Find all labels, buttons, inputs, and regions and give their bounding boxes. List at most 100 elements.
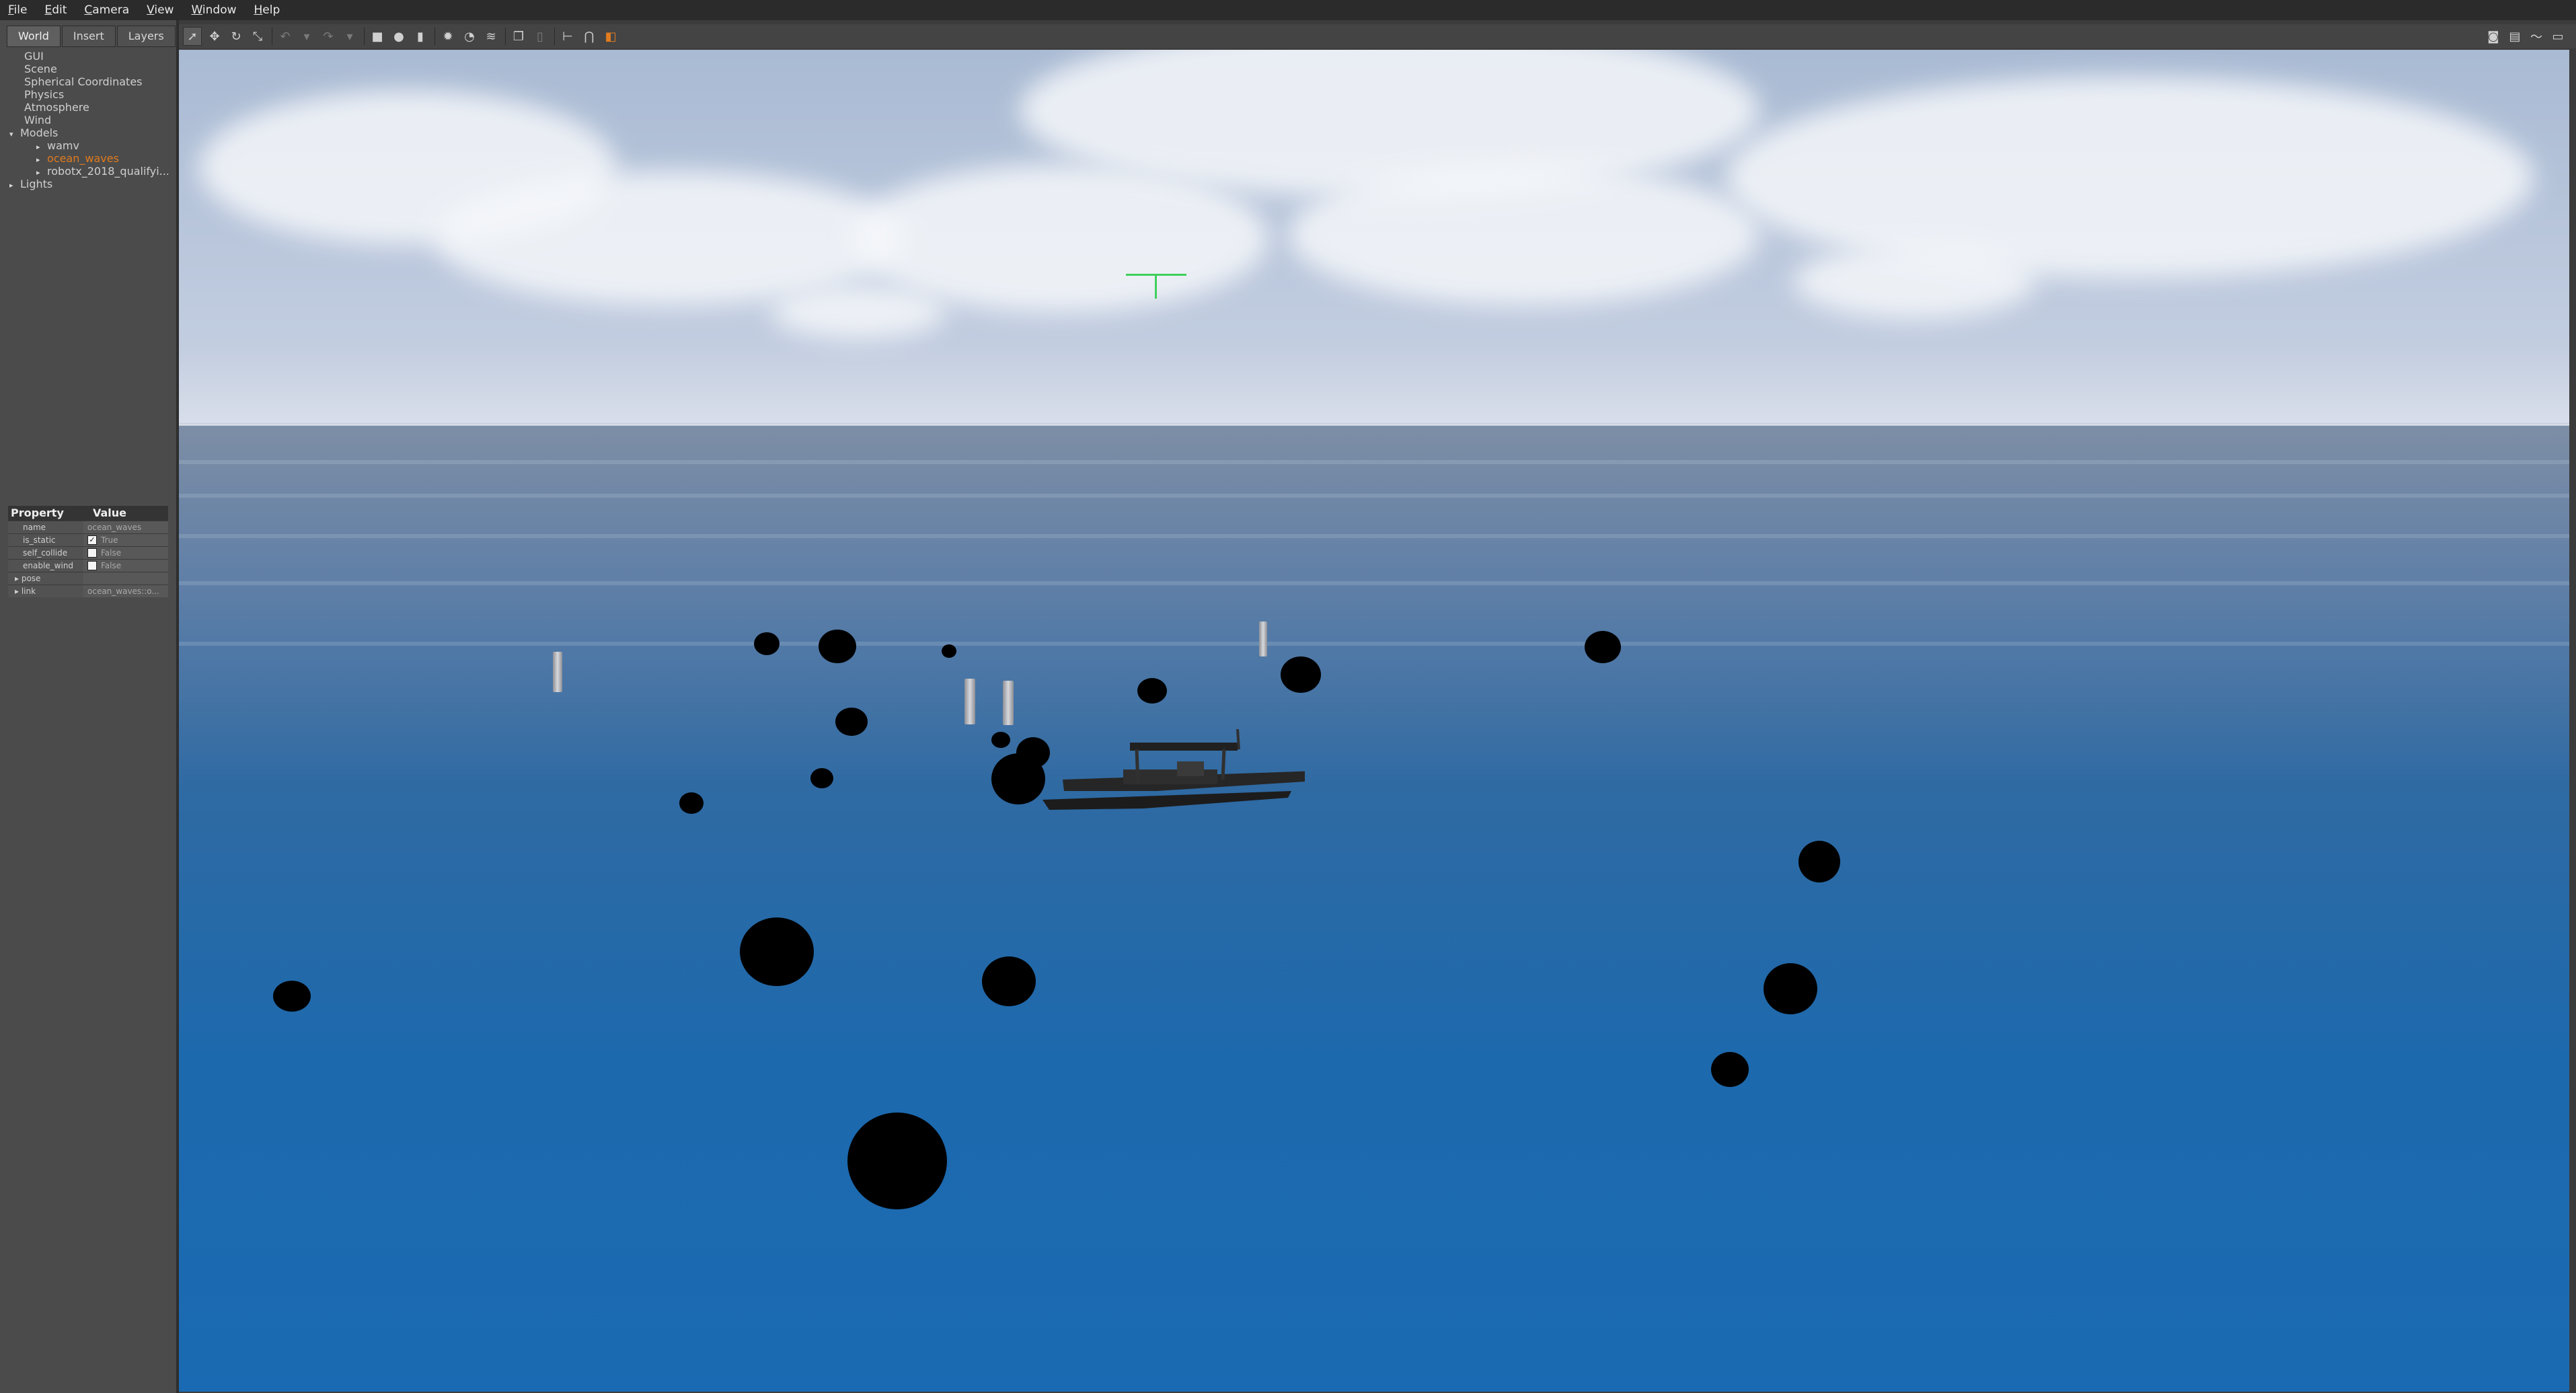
rotate-icon[interactable]: ↻ <box>227 28 245 45</box>
tree-item-label: GUI <box>24 50 44 63</box>
screenshot-icon[interactable]: ◙ <box>2485 28 2502 45</box>
property-row-self-collide[interactable]: self_collide False <box>8 546 168 559</box>
tree-item-physics[interactable]: Physics <box>9 88 168 101</box>
property-value[interactable]: False <box>83 560 168 572</box>
menu-camera[interactable]: Camera <box>84 0 129 20</box>
redo-history-icon[interactable]: ▾ <box>341 28 358 45</box>
cloud <box>1289 164 1759 305</box>
paste-icon[interactable]: ▯ <box>531 28 549 45</box>
property-row-link[interactable]: ▸ link ocean_waves::o... <box>8 585 168 597</box>
property-key-label: self_collide <box>23 548 68 558</box>
undo-icon[interactable]: ↶ <box>276 28 294 45</box>
tree-item-spherical-coordinates[interactable]: Spherical Coordinates <box>9 75 168 88</box>
property-value[interactable]: ocean_waves::o... <box>83 585 168 597</box>
undo-history-icon[interactable]: ▾ <box>298 28 315 45</box>
boat-hull-back <box>1043 791 1291 810</box>
spot-light-icon[interactable]: ◔ <box>461 28 478 45</box>
buoy <box>819 630 856 663</box>
property-value[interactable]: ocean_waves <box>83 521 168 533</box>
property-value[interactable]: ✓ True <box>83 534 168 546</box>
3d-viewport[interactable] <box>179 50 2569 1392</box>
buoy <box>1137 678 1167 704</box>
plot-icon[interactable]: 〜 <box>2528 28 2545 45</box>
change-view-icon[interactable]: ◧ <box>602 28 619 45</box>
select-arrow-icon[interactable]: ➚ <box>183 27 202 46</box>
collapse-arrow-icon[interactable]: ▸ <box>36 153 47 165</box>
property-value[interactable]: False <box>83 547 168 559</box>
property-value[interactable] <box>83 572 168 585</box>
property-row-is-static[interactable]: is_static ✓ True <box>8 533 168 546</box>
property-row-name[interactable]: name ocean_waves <box>8 521 168 533</box>
translate-icon[interactable]: ✥ <box>206 28 223 45</box>
property-key: is_static <box>8 534 83 546</box>
buoy <box>835 708 868 736</box>
menu-help[interactable]: Help <box>254 0 280 20</box>
point-light-icon[interactable]: ✹ <box>439 28 457 45</box>
buoy <box>273 981 311 1012</box>
sphere-icon[interactable]: ● <box>390 28 408 45</box>
tree-item-models[interactable]: ▾ Models <box>9 126 168 139</box>
collapse-arrow-icon[interactable]: ▸ <box>36 166 47 178</box>
toolbar-separator <box>505 28 506 45</box>
viewport-scrollbar[interactable] <box>2569 50 2576 1392</box>
checkbox[interactable] <box>87 561 97 570</box>
property-key-label: name <box>23 523 46 532</box>
menu-view[interactable]: View <box>147 0 174 20</box>
menu-window[interactable]: Window <box>191 0 236 20</box>
tree-item-scene[interactable]: Scene <box>9 63 168 75</box>
menu-bar: File Edit Camera View Window Help <box>0 0 2576 20</box>
checkbox[interactable]: ✓ <box>87 535 97 545</box>
tree-item-robotx-2018-qualifyi[interactable]: ▸ robotx_2018_qualifyi... <box>9 165 168 178</box>
buoy <box>847 1113 947 1209</box>
property-key: ▸ link <box>8 585 83 597</box>
tree-item-gui[interactable]: GUI <box>9 50 168 63</box>
property-value-text: False <box>101 561 122 570</box>
checkbox[interactable] <box>87 548 97 558</box>
property-row-enable-wind[interactable]: enable_wind False <box>8 559 168 572</box>
expand-arrow-icon[interactable]: ▾ <box>9 128 20 139</box>
buoy <box>982 956 1036 1006</box>
tab-insert[interactable]: Insert <box>61 26 116 47</box>
directional-light-icon[interactable]: ≋ <box>482 28 500 45</box>
tree-item-lights[interactable]: ▸ Lights <box>9 178 168 190</box>
post-marker <box>1259 622 1267 656</box>
box-icon[interactable]: ■ <box>369 28 386 45</box>
left-panel: World Insert Layers GUI Scene Spherical Coor… <box>0 20 179 1393</box>
log-icon[interactable]: ▤ <box>2506 28 2524 45</box>
tab-layers[interactable]: Layers <box>116 26 176 47</box>
scale-icon[interactable]: ⤡ <box>249 28 266 45</box>
expand-arrow-icon[interactable]: ▸ <box>15 587 22 596</box>
property-key: ▸ pose <box>8 572 83 585</box>
property-key-label: enable_wind <box>23 561 74 570</box>
property-row-pose[interactable]: ▸ pose <box>8 572 168 585</box>
buoy <box>679 792 704 814</box>
post-marker <box>1003 681 1014 725</box>
expand-arrow-icon[interactable]: ▸ <box>15 574 22 583</box>
redo-icon[interactable]: ↷ <box>319 28 337 45</box>
property-key: name <box>8 521 83 533</box>
boat-wamv <box>1043 728 1305 810</box>
menu-edit[interactable]: Edit <box>44 0 67 20</box>
menu-file[interactable]: File <box>8 0 27 20</box>
tree-item-label: Physics <box>24 88 65 101</box>
property-grid-header: Property Value <box>8 506 168 521</box>
tree-item-label: Scene <box>24 63 57 75</box>
copy-icon[interactable]: ❐ <box>510 28 527 45</box>
cylinder-icon[interactable]: ▮ <box>412 28 429 45</box>
snap-icon[interactable]: ⋂ <box>580 28 598 45</box>
tree-item-wind[interactable]: Wind <box>9 114 168 126</box>
tree-item-atmosphere[interactable]: Atmosphere <box>9 101 168 114</box>
align-icon[interactable]: ⊢ <box>559 28 576 45</box>
collapse-arrow-icon[interactable]: ▸ <box>36 141 47 152</box>
buoy <box>991 732 1010 748</box>
property-value-text: ocean_waves::o... <box>87 587 159 596</box>
record-video-icon[interactable]: ▭ <box>2549 28 2567 45</box>
tree-item-wamv[interactable]: ▸ wamv <box>9 139 168 152</box>
tab-world[interactable]: World <box>7 26 61 47</box>
buoy <box>810 768 833 788</box>
tree-item-label: ocean_waves <box>47 152 119 165</box>
value-column-header: Value <box>93 506 127 519</box>
tree-item-ocean-waves[interactable]: ▸ ocean_waves <box>9 152 168 165</box>
cloud <box>434 171 905 305</box>
collapse-arrow-icon[interactable]: ▸ <box>9 179 20 190</box>
